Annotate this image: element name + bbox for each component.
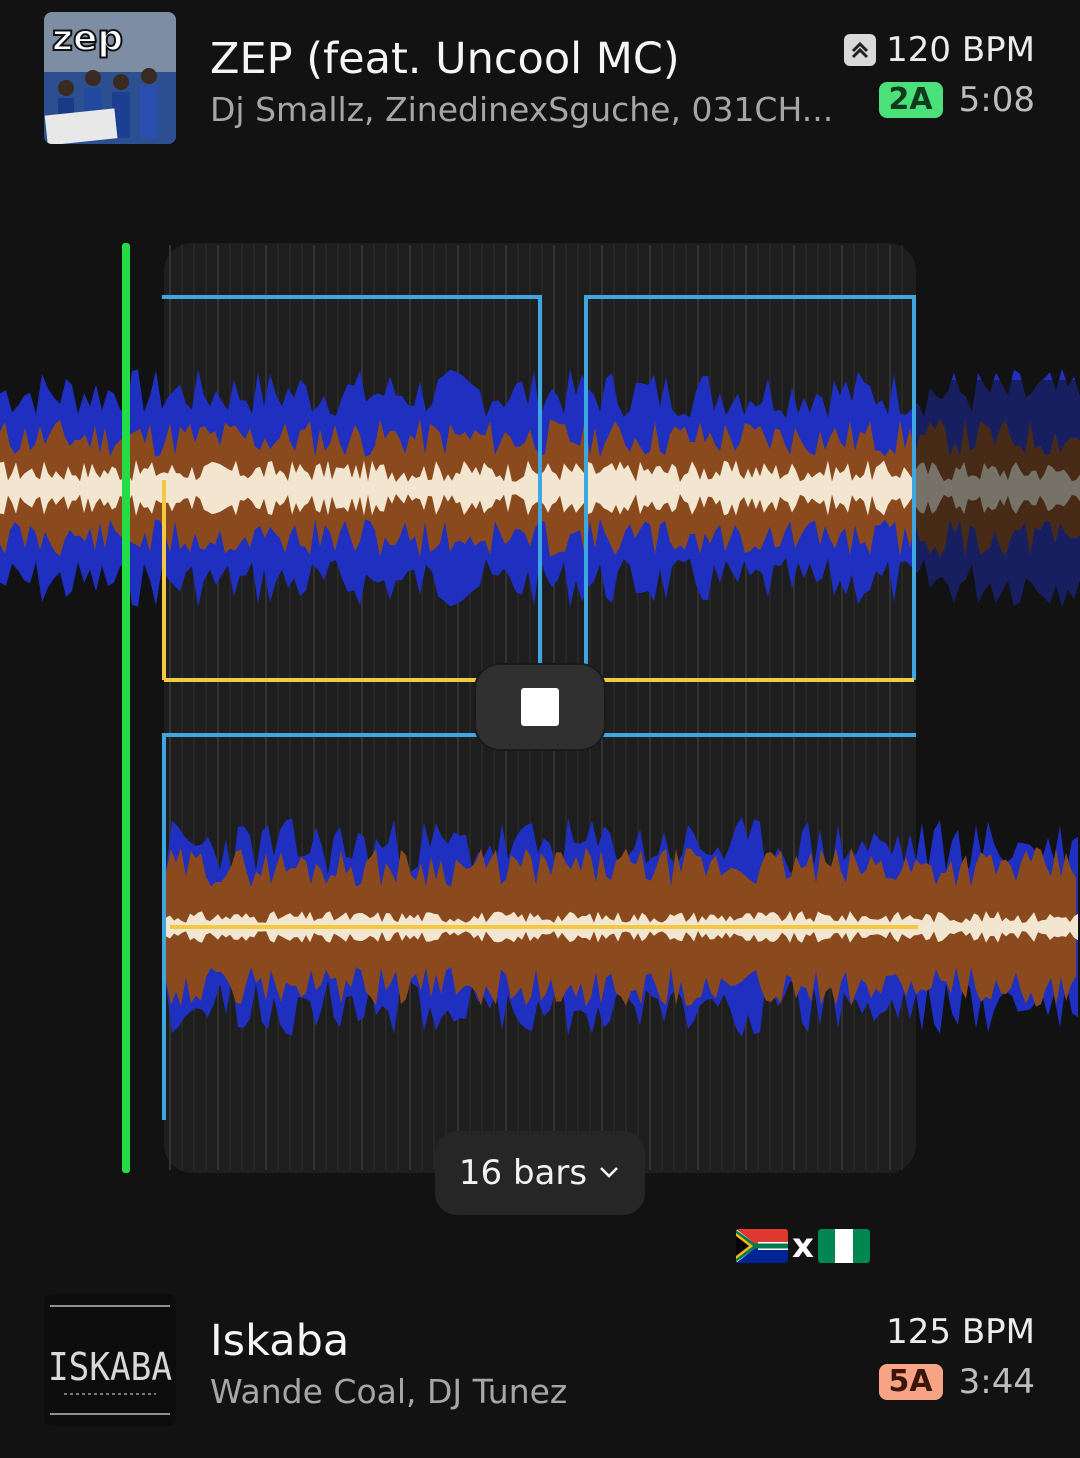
top-track-artists: Dj Smallz, ZinedinexSguche, 031CH... [210,90,834,129]
bottom-track-key-badge: 5A [878,1364,943,1400]
mix-editor[interactable]: 16 bars x [0,200,1080,1280]
top-track-key-badge: 2A [878,82,943,118]
bottom-track-row[interactable]: ISKABA Iskaba Wande Coal, DJ Tunez 125 B… [0,1292,1080,1432]
bottom-track-bpm: 125 BPM [886,1312,1035,1352]
loop-length-dropdown[interactable]: 16 bars [435,1131,645,1215]
top-track-bpm: 120 BPM [844,30,1035,70]
bottom-track-artists: Wande Coal, DJ Tunez [210,1372,568,1411]
top-track-duration: 5:08 [958,80,1035,120]
south-africa-flag-icon [736,1229,788,1263]
tag-separator: x [792,1226,814,1266]
bottom-track-bpm-value: 125 BPM [886,1312,1035,1352]
chevron-down-icon [597,1153,621,1193]
playhead[interactable] [122,243,130,1173]
cover-logo-text: zep [52,18,123,59]
bottom-track-cover: ISKABA [44,1294,176,1426]
top-wave-fade [916,380,1080,610]
top-track-bpm-value: 120 BPM [886,30,1035,70]
nigeria-flag-icon [817,1229,870,1263]
top-track-title: ZEP (feat. Uncool MC) [210,34,680,84]
loop-length-label: 16 bars [458,1153,588,1193]
double-chevron-up-icon[interactable] [844,34,877,66]
bottom-track-duration: 3:44 [958,1362,1035,1402]
cover-title-text: ISKABA [48,1345,172,1389]
top-track-row[interactable]: zep ZEP (feat. Uncool MC) Dj Smallz, Zin… [0,10,1080,150]
top-track-cover: zep [44,12,176,144]
mix-tag: x [736,1226,870,1266]
stop-icon [521,688,559,726]
stop-button[interactable] [476,665,604,749]
bottom-track-title: Iskaba [210,1316,350,1366]
